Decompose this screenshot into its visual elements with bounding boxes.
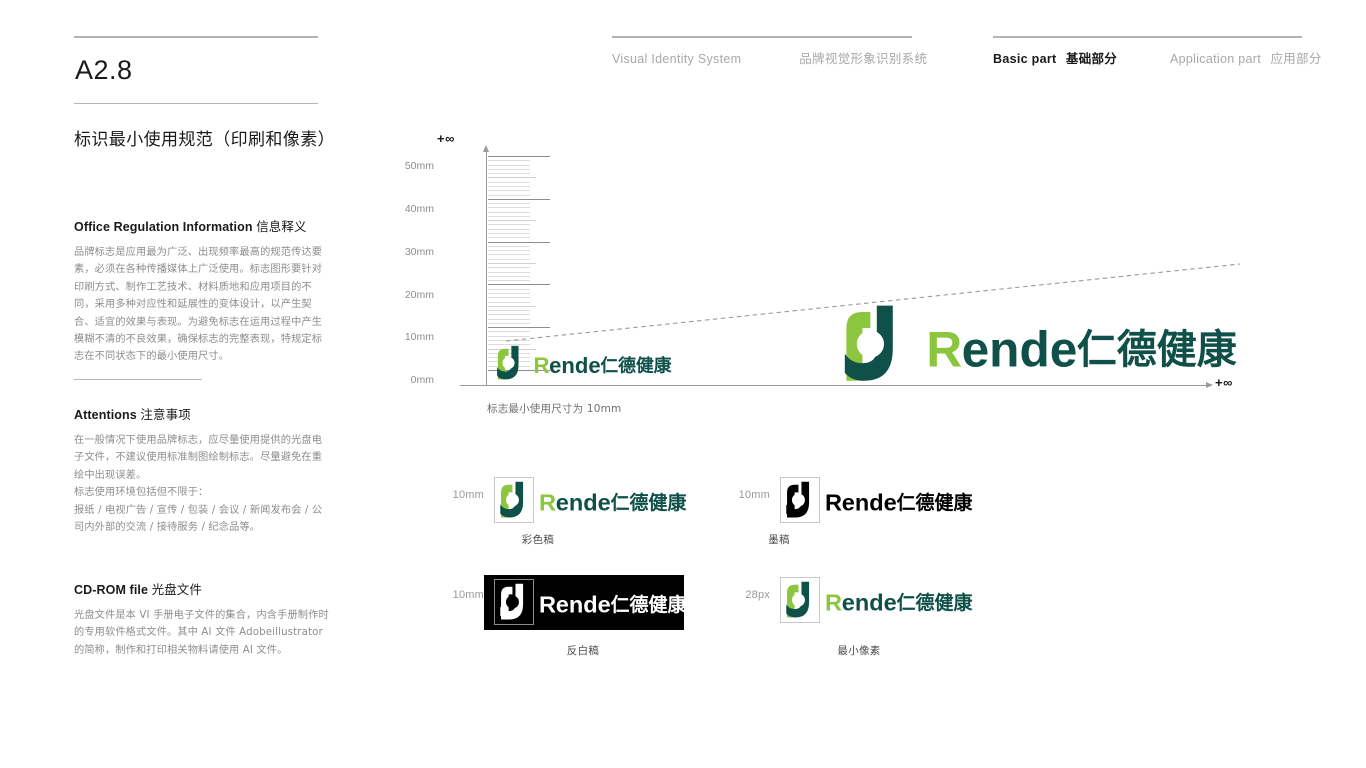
specimen-size-label: 10mm	[452, 489, 484, 501]
y-axis-infinity-label: +∞	[437, 131, 455, 146]
ruler-minor-tick	[488, 233, 530, 235]
x-axis-line	[460, 385, 1208, 386]
ruler-minor-tick	[488, 215, 530, 217]
ruler-minor-tick	[488, 237, 530, 239]
logo-chinese-text: 仁德健康	[1077, 327, 1237, 373]
ruler-minor-tick	[488, 168, 530, 170]
svg-text:ende: ende	[556, 592, 611, 618]
ruler-minor-tick	[488, 177, 536, 179]
svg-text:R: R	[539, 490, 556, 516]
specimen-caption: 最小像素	[837, 645, 881, 657]
specimen-caption: 反白稿	[566, 645, 600, 657]
ruler-minor-tick	[488, 160, 530, 162]
logo-mark	[844, 305, 893, 381]
specimen-size-label: 10mm	[738, 489, 770, 501]
svg-text:ende: ende	[842, 490, 897, 516]
logo-svg: R ende 仁德健康	[500, 481, 687, 518]
svg-text:ende: ende	[549, 353, 601, 378]
y-tick-label: 20mm	[404, 289, 434, 301]
chart-caption: 标志最小使用尺寸为 10mm	[487, 403, 622, 415]
svg-text:R: R	[539, 592, 556, 618]
ruler-minor-tick	[488, 245, 530, 247]
ruler-minor-tick	[488, 173, 530, 175]
ruler-minor-tick	[488, 258, 530, 260]
specimen-logo: R ende 仁德健康	[784, 581, 974, 624]
y-tick-label: 40mm	[404, 203, 434, 215]
logo-svg: R ende 仁德健康	[497, 345, 672, 380]
y-tick-label: 50mm	[404, 160, 434, 172]
svg-text:ende: ende	[962, 321, 1078, 377]
specimen-caption: 墨稿	[768, 534, 790, 546]
logo-svg: R ende 仁德健康	[500, 583, 687, 620]
logo-svg: R ende 仁德健康	[844, 305, 1237, 381]
ruler-minor-tick	[488, 207, 530, 209]
svg-text:R: R	[825, 490, 842, 516]
ruler-minor-tick	[488, 211, 530, 213]
ruler-major-tick	[488, 241, 550, 243]
svg-text:仁德健康: 仁德健康	[896, 591, 973, 614]
svg-text:R: R	[926, 321, 962, 377]
ruler-minor-tick	[488, 194, 530, 196]
ruler-minor-tick	[488, 254, 530, 256]
svg-text:ende: ende	[556, 490, 611, 516]
ruler-major-tick	[488, 156, 550, 157]
svg-text:R: R	[533, 353, 549, 378]
specimen-size-label: 28px	[745, 589, 770, 601]
specimen-logo: R ende 仁德健康	[784, 481, 974, 524]
logo-large: R ende 仁德健康	[840, 303, 1240, 385]
logo-mark	[497, 345, 519, 380]
ruler-minor-tick	[488, 190, 530, 192]
specimen-logo: R ende 仁德健康	[498, 583, 688, 626]
specimen-caption: 彩色稿	[521, 534, 555, 546]
logo-wordmark: R ende	[533, 353, 600, 378]
ruler-minor-tick	[488, 164, 530, 166]
logo-svg: R ende 仁德健康	[786, 581, 973, 618]
svg-text:仁德健康: 仁德健康	[896, 491, 973, 514]
ruler-minor-tick	[488, 250, 530, 252]
ruler-minor-tick	[488, 181, 530, 183]
logo-chinese-text: 仁德健康	[600, 355, 671, 377]
svg-text:仁德健康: 仁德健康	[610, 491, 687, 514]
ruler-minor-tick	[488, 220, 536, 222]
logo-svg: R ende 仁德健康	[786, 481, 973, 518]
svg-text:仁德健康: 仁德健康	[610, 593, 687, 616]
ruler-minor-tick	[488, 228, 530, 230]
specimen-size-label: 10mm	[452, 589, 484, 601]
ruler-minor-tick	[488, 224, 530, 226]
y-tick-label: 30mm	[404, 246, 434, 258]
specimen-logo: R ende 仁德健康	[498, 481, 688, 524]
logo-small-at-minimum: R ende 仁德健康	[495, 345, 673, 381]
ruler-minor-tick	[488, 203, 530, 205]
y-tick-label: 10mm	[404, 331, 434, 343]
ruler-minor-tick	[488, 185, 530, 187]
minimum-size-chart: +∞ +∞ 50mm 40mm 30mm 20mm 10mm 0mm R end…	[0, 0, 1366, 768]
svg-text:ende: ende	[842, 590, 897, 616]
y-tick-label: 0mm	[410, 374, 434, 386]
logo-wordmark: R ende	[926, 321, 1077, 377]
ruler-major-tick	[488, 198, 550, 200]
svg-text:R: R	[825, 590, 842, 616]
